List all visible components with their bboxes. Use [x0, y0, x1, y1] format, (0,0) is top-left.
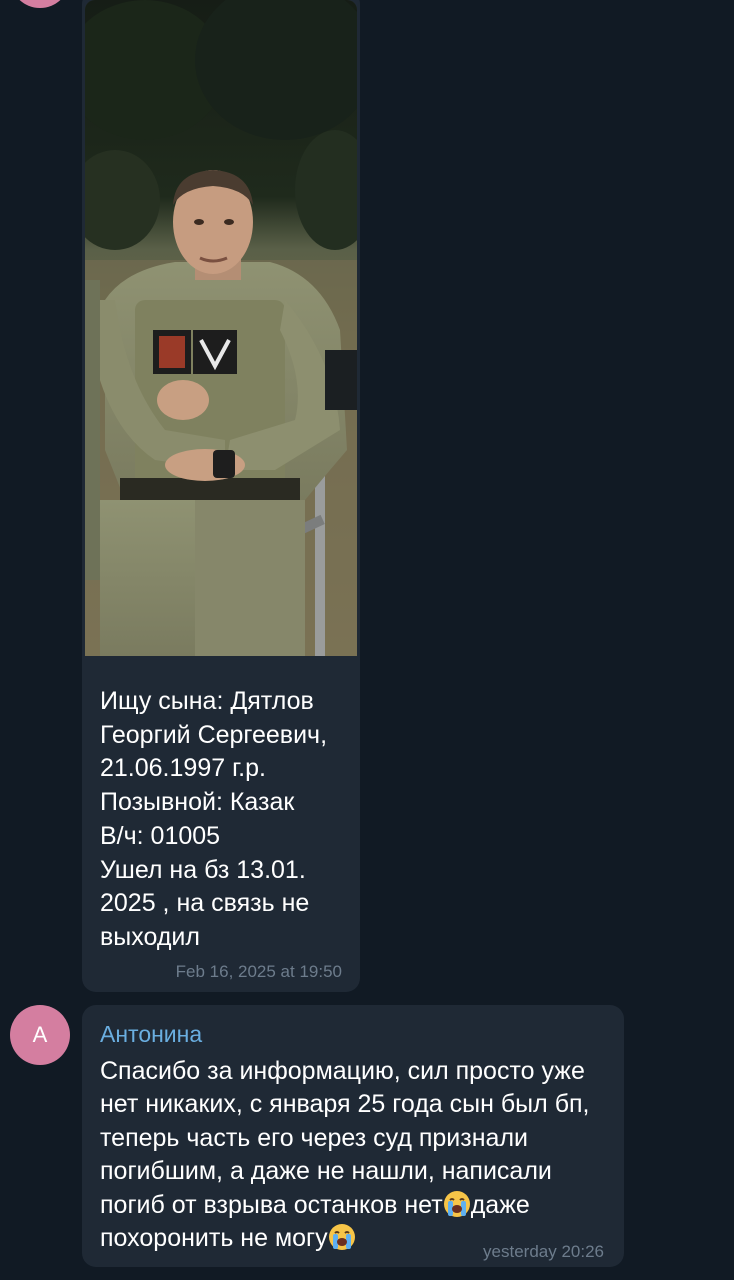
message-photo[interactable]	[85, 0, 357, 656]
message-text: Спасибо за информацию, сил просто уже не…	[100, 1055, 615, 1255]
photo-message-bubble[interactable]: Ищу сына: Дятлов Георгий Сергеевич, 21.0…	[82, 0, 360, 992]
chat-view: Ищу сына: Дятлов Георгий Сергеевич, 21.0…	[0, 0, 734, 1280]
reply-message-bubble[interactable]: Антонина Спасибо за информацию, сил прос…	[82, 1005, 624, 1267]
message-timestamp: Feb 16, 2025 at 19:50	[175, 962, 342, 981]
message-timestamp: yesterday 20:26	[483, 1242, 604, 1261]
crying-face-icon	[443, 1190, 470, 1217]
soldier-photo	[85, 0, 357, 656]
message-text: Ищу сына: Дятлов Георгий Сергеевич, 21.0…	[100, 687, 328, 951]
sender-name[interactable]: Антонина	[100, 1021, 202, 1048]
crying-face-icon	[328, 1224, 355, 1251]
sender-avatar[interactable]	[10, 0, 70, 8]
sender-avatar-antonina[interactable]: А	[10, 1005, 70, 1065]
